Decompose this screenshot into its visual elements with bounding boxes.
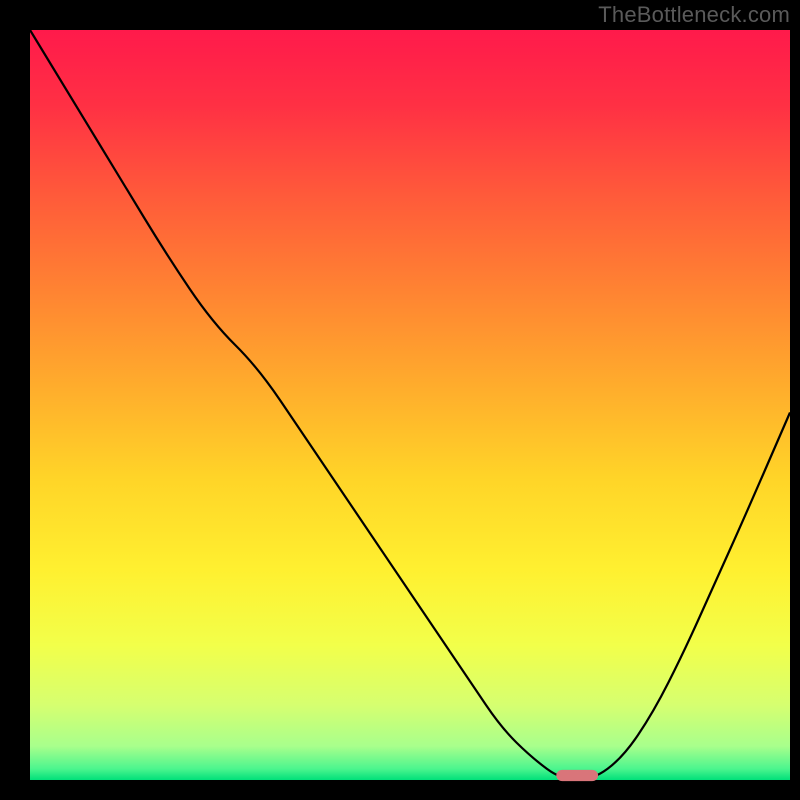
- watermark-label: TheBottleneck.com: [598, 2, 790, 28]
- optimal-marker: [556, 770, 598, 781]
- bottleneck-chart: TheBottleneck.com: [0, 0, 800, 800]
- chart-canvas: [0, 0, 800, 800]
